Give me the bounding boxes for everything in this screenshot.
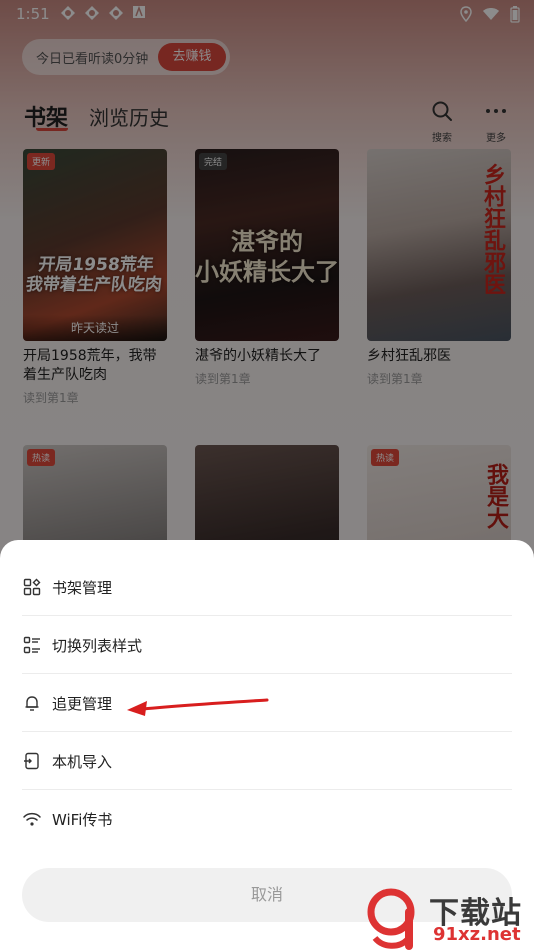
grid-icon — [22, 577, 42, 597]
menu-item-label: 追更管理 — [52, 694, 113, 713]
watermark-logo — [367, 888, 415, 950]
wifi-icon — [22, 809, 42, 829]
menu-item-bookshelf-manage[interactable]: 书架管理 — [22, 558, 512, 616]
site-watermark: 下载站 91xz.net — [365, 886, 534, 950]
watermark-url: 91xz.net — [433, 924, 521, 945]
menu-item-label: 本机导入 — [52, 752, 113, 771]
menu-item-wifi-transfer[interactable]: WiFi传书 — [22, 790, 512, 848]
menu-item-label: 切换列表样式 — [52, 636, 143, 655]
menu-item-local-import[interactable]: 本机导入 — [22, 732, 512, 790]
import-file-icon — [22, 751, 42, 771]
annotation-arrow — [127, 698, 269, 716]
menu-item-label: WiFi传书 — [52, 810, 113, 829]
list-style-icon — [22, 635, 42, 655]
bell-icon — [22, 693, 42, 713]
menu-item-switch-list-style[interactable]: 切换列表样式 — [22, 616, 512, 674]
menu-item-label: 书架管理 — [52, 578, 113, 597]
